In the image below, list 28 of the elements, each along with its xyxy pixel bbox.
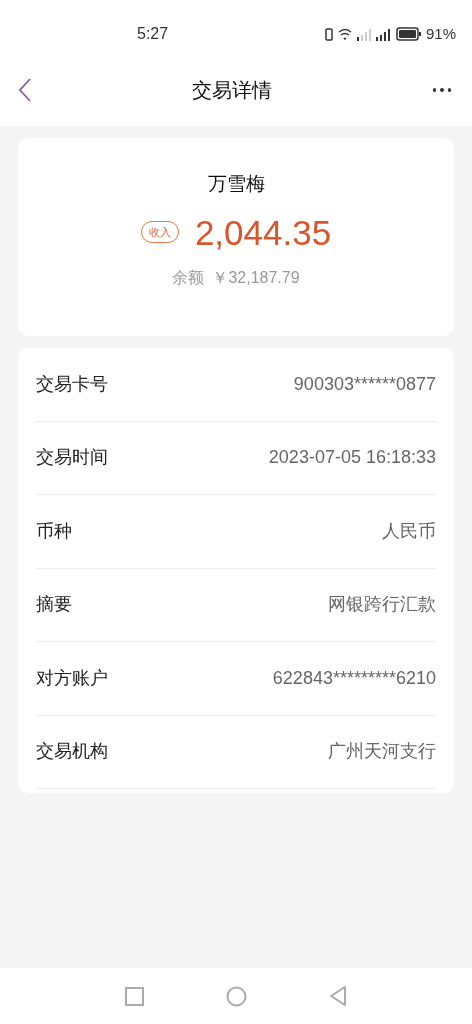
balance-label: 余额	[172, 267, 205, 288]
back-icon[interactable]	[329, 986, 347, 1006]
detail-value: 900303******0877	[293, 372, 436, 396]
payer-name: 万雪梅	[207, 172, 265, 196]
balance-value: ￥32,187.79	[212, 267, 300, 288]
vibrate-icon	[324, 27, 333, 41]
battery-percent: 91%	[425, 23, 456, 44]
page-title: 交易详情	[191, 78, 273, 103]
detail-value: 622843*********6210	[272, 666, 436, 690]
detail-label: 摘要	[36, 593, 72, 617]
wifi-icon	[337, 28, 352, 40]
signal-icon	[356, 27, 371, 41]
detail-value: 网银跨行汇款	[328, 593, 436, 617]
detail-label: 交易时间	[36, 446, 108, 470]
detail-label: 币种	[36, 519, 72, 543]
battery-icon	[395, 27, 422, 41]
status-time: 5:27	[137, 24, 169, 44]
amount: 2,044.35	[194, 214, 332, 250]
recent-apps-icon[interactable]	[125, 986, 144, 1006]
detail-value: 2023-07-05 16:18:33	[268, 446, 436, 470]
detail-value: 人民币	[382, 519, 436, 543]
detail-label: 交易卡号	[36, 372, 108, 396]
back-button[interactable]	[18, 76, 34, 104]
signal-icon	[375, 27, 390, 41]
home-icon[interactable]	[226, 985, 247, 1007]
detail-label: 对方账户	[36, 666, 108, 690]
detail-value: 广州天河支行	[328, 740, 436, 764]
detail-label: 交易机构	[36, 740, 108, 764]
